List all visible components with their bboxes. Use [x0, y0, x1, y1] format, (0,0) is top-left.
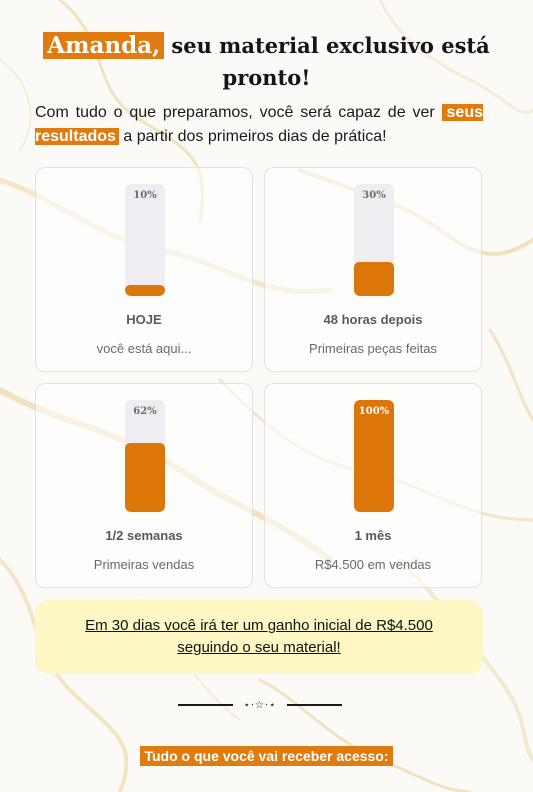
page-headline: Amanda, seu material exclusivo está pron…: [30, 30, 503, 94]
access-heading-label: Tudo o que você vai receber acesso:: [140, 746, 393, 766]
progress-card-1-2-weeks: 62% 1/2 semanas Primeiras vendas: [35, 383, 253, 588]
progress-percent-label: 100%: [358, 406, 390, 417]
progress-bar: 100%: [354, 400, 394, 512]
headline-text: seu material exclusivo está pronto!: [164, 33, 490, 90]
card-subtitle: Primeiras peças feitas: [309, 341, 437, 356]
progress-card-today: 10% HOJE você está aqui...: [35, 167, 253, 372]
progress-bar-fill: [125, 442, 165, 512]
star-ornament-icon: ⋆·☆·⋆: [243, 699, 277, 711]
earnings-callout: Em 30 dias você irá ter um ganho inicial…: [35, 600, 483, 674]
progress-bar-fill: [125, 284, 165, 296]
progress-bar-fill: [354, 262, 394, 296]
user-name-highlight: Amanda,: [43, 32, 165, 59]
card-title: 1 mês: [354, 528, 392, 543]
progress-bar: 30%: [354, 184, 394, 296]
divider-line-right: [287, 704, 342, 706]
card-subtitle: você está aqui...: [96, 341, 192, 356]
results-page: Amanda, seu material exclusivo está pron…: [0, 0, 533, 792]
section-divider: ⋆·☆·⋆: [178, 697, 342, 713]
divider-line-left: [178, 704, 233, 706]
intro-paragraph: Com tudo o que preparamos, você será cap…: [35, 101, 483, 149]
earnings-callout-text: Em 30 dias você irá ter um ganho inicial…: [85, 617, 433, 656]
intro-text-after: a partir dos primeiros dias de prática!: [118, 128, 387, 145]
progress-percent-label: 62%: [133, 406, 157, 417]
card-title: 48 horas depois: [323, 312, 423, 327]
progress-card-48-hours: 30% 48 horas depois Primeiras peças feit…: [264, 167, 482, 372]
progress-bar: 10%: [125, 184, 165, 296]
card-subtitle: Primeiras vendas: [93, 557, 195, 572]
progress-percent-label: 10%: [133, 190, 157, 201]
card-title: 1/2 semanas: [105, 528, 183, 543]
card-title: HOJE: [126, 312, 162, 327]
card-subtitle: R$4.500 em vendas: [314, 557, 432, 572]
progress-card-1-month: 100% 1 mês R$4.500 em vendas: [264, 383, 482, 588]
intro-text-before: Com tudo o que preparamos, você será cap…: [35, 104, 442, 121]
progress-bar: 62%: [125, 400, 165, 512]
access-heading: Tudo o que você vai receber acesso:: [0, 746, 533, 766]
progress-percent-label: 30%: [362, 190, 386, 201]
